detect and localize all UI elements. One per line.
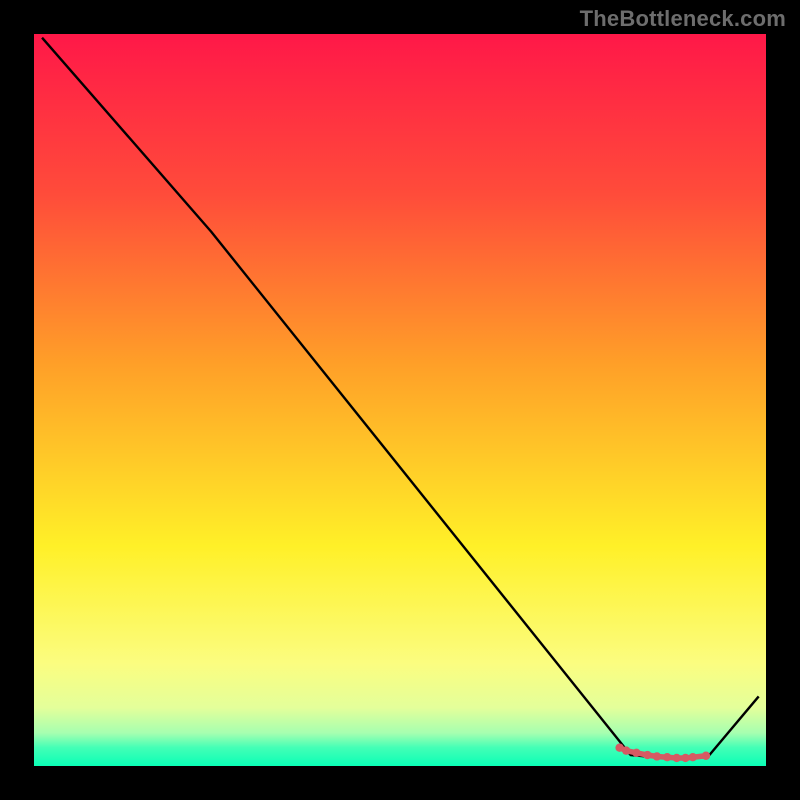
- marker-dot: [672, 754, 680, 762]
- marker-dot: [643, 751, 651, 759]
- marker-dot: [663, 753, 671, 761]
- marker-dot: [689, 753, 697, 761]
- marker-dot: [653, 752, 661, 760]
- marker-dot: [681, 754, 689, 762]
- marker-dot: [622, 746, 630, 754]
- bottleneck-chart: [0, 0, 800, 800]
- marker-dot: [632, 749, 640, 757]
- chart-frame: { "watermark": "TheBottleneck.com", "cha…: [0, 0, 800, 800]
- plot-background: [34, 34, 766, 766]
- marker-dot: [702, 752, 710, 760]
